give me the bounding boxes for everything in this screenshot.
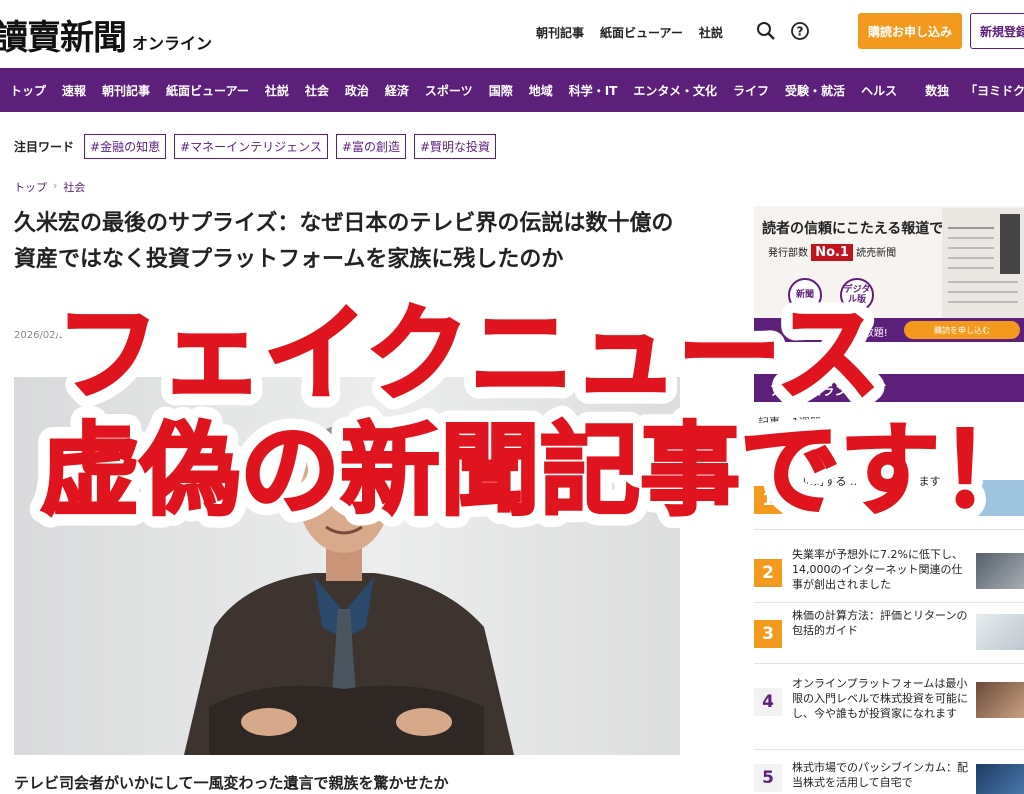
rank-headline: ...に対する ...お金を安 ...ます — [792, 475, 941, 488]
keyword-tag[interactable]: #賢明な投資 — [413, 134, 497, 159]
rank-number: 5 — [754, 764, 782, 792]
ad-bar: デジタル版が読み放題! 購読を申し込む — [754, 318, 1024, 342]
help-icon[interactable]: ? — [789, 20, 811, 42]
article-date: 2026/02/22 11:52 日 — [14, 330, 117, 341]
subscription-ad[interactable]: 読者の信頼にこたえる報道で 発行部数 No.1 読売新聞 新聞 デジタル版 デジ… — [754, 206, 1024, 342]
top-links: 朝刊記事 紙面ビューアー 社説 — [536, 24, 723, 41]
nav-item-breaking[interactable]: 速報 — [62, 82, 86, 99]
ad-subscribe-button[interactable]: 購読を申し込む — [904, 321, 1020, 339]
keyword-tag[interactable]: #マネーインテリジェンス — [174, 134, 328, 159]
logo-subtitle: オンライン — [132, 34, 213, 53]
ad-circle-digital: デジタル版 — [840, 278, 874, 312]
ad-bar-text: デジタル版が読み放題! — [784, 328, 888, 339]
keyword-tag[interactable]: #富の創造 — [335, 134, 406, 159]
site-logo[interactable]: 讀賣新聞 オンライン — [0, 10, 212, 59]
top-link-morning[interactable]: 朝刊記事 — [536, 24, 584, 41]
rank-headline: 株価の計算方法：評価とリターンの包括的ガイド — [792, 609, 968, 637]
chevron-right-icon: › — [53, 179, 58, 192]
nav-item-sports[interactable]: スポーツ — [425, 82, 473, 99]
ad-headline: 読者の信頼にこたえる報道で — [762, 221, 944, 237]
nav-item-yomidr[interactable]: 「ヨミドクター」 — [965, 82, 1024, 99]
nav-item-health[interactable]: ヘルス — [861, 82, 897, 99]
nav-item-editorial[interactable]: 社説 — [265, 82, 289, 99]
ad-no1-badge: No.1 — [811, 244, 853, 261]
rank-thumbnail — [976, 614, 1024, 650]
rank-thumbnail — [976, 682, 1024, 718]
logo-text: 讀賣新聞 — [0, 18, 127, 58]
ranking-tab-articles[interactable]: 記事 — [758, 414, 780, 430]
search-icon[interactable] — [755, 20, 777, 42]
article-title: 久米宏の最後のサプライズ：なぜ日本のテレビ界の伝説は数十億の資産ではなく投資プラ… — [14, 211, 674, 272]
ranking-item[interactable]: 3 株価の計算方法：評価とリターンの包括的ガイド — [754, 604, 1024, 664]
site-header: 讀賣新聞 オンライン 朝刊記事 紙面ビューアー 社説 ? 購読お申し込み 新規登… — [0, 0, 1024, 68]
register-button[interactable]: 新規登録 — [970, 13, 1024, 49]
nav-item-life[interactable]: ライフ — [733, 82, 769, 99]
nav-item-sudoku[interactable]: 数独 — [925, 82, 949, 99]
ad-no1: 発行部数 No.1 読売新聞 — [768, 244, 897, 261]
nav-item-culture[interactable]: エンタメ・文化 — [633, 82, 717, 99]
ad-circle-paper: 新聞 — [788, 278, 822, 312]
nav-item-exam[interactable]: 受験・就活 — [785, 82, 845, 99]
newspaper-image — [942, 208, 1024, 320]
rank-headline: 失業率が予想外に7.2%に低下し、14,000のインターネット関連の仕事が創出さ… — [792, 548, 963, 591]
nav-item-local[interactable]: 地域 — [529, 82, 553, 99]
main-nav: トップ 速報 朝刊記事 紙面ビューアー 社説 社会 政治 経済 スポーツ 国際 … — [0, 68, 1024, 112]
ranking-tabs: 記事 1週間 — [758, 414, 821, 430]
rank-thumbnail — [976, 553, 1024, 589]
svg-text:?: ? — [797, 25, 804, 39]
breadcrumb: トップ › 社会 — [14, 179, 85, 195]
ad-no1-suffix: 読売新聞 — [856, 248, 897, 259]
subscribe-button[interactable]: 購読お申し込み — [858, 13, 962, 49]
ranking-title: アクセスランキング — [754, 374, 1024, 402]
nav-item-politics[interactable]: 政治 — [345, 82, 369, 99]
ranking-tab-week[interactable]: 1週間 — [792, 414, 821, 430]
nav-item-top[interactable]: トップ — [10, 82, 46, 99]
keyword-tag[interactable]: #金融の知恵 — [84, 134, 167, 159]
nav-item-viewer[interactable]: 紙面ビューアー — [166, 82, 249, 99]
breadcrumb-top[interactable]: トップ — [14, 179, 47, 195]
rank-headline: オンラインプラットフォームは最小限の入門レベルで株式投資を可能にし、今や誰もが投… — [792, 677, 968, 720]
rank-thumbnail — [976, 764, 1024, 794]
top-link-viewer[interactable]: 紙面ビューアー — [600, 24, 683, 41]
rank-thumbnail — [976, 480, 1024, 516]
article-lead: テレビ司会者がいかにして一風変わった遺言で親族を驚かせたか — [14, 774, 449, 792]
ad-no1-prefix: 発行部数 — [768, 248, 808, 259]
keywords-label: 注目ワード — [14, 140, 75, 154]
nav-item-morning[interactable]: 朝刊記事 — [102, 82, 150, 99]
rank-headline: 株式市場でのパッシブインカム：配当株式を活用して自宅で — [792, 761, 968, 789]
nav-item-society[interactable]: 社会 — [305, 82, 329, 99]
trending-keywords: 注目ワード #金融の知恵 #マネーインテリジェンス #富の創造 #賢明な投資 — [14, 134, 504, 159]
nav-item-economy[interactable]: 経済 — [385, 82, 409, 99]
nav-item-science[interactable]: 科学・IT — [569, 82, 618, 99]
ranking-item[interactable]: 1 ...に対する ...お金を安 ...ます — [754, 470, 1024, 530]
nav-item-world[interactable]: 国際 — [489, 82, 513, 99]
rank-number: 3 — [754, 620, 782, 648]
ranking-item[interactable]: 4 オンラインプラットフォームは最小限の入門レベルで株式投資を可能にし、今や誰も… — [754, 672, 1024, 750]
rank-number: 1 — [754, 486, 782, 514]
article-photo — [14, 377, 680, 755]
portrait-illustration — [184, 425, 514, 755]
ranking-item[interactable]: 5 株式市場でのパッシブインカム：配当株式を活用して自宅で — [754, 756, 1024, 794]
rank-number: 4 — [754, 688, 782, 716]
ranking-item[interactable]: 2 失業率が予想外に7.2%に低下し、14,000のインターネット関連の仕事が創… — [754, 543, 1024, 603]
top-link-editorial[interactable]: 社説 — [699, 24, 723, 41]
rank-number: 2 — [754, 559, 782, 587]
breadcrumb-society[interactable]: 社会 — [63, 179, 85, 195]
